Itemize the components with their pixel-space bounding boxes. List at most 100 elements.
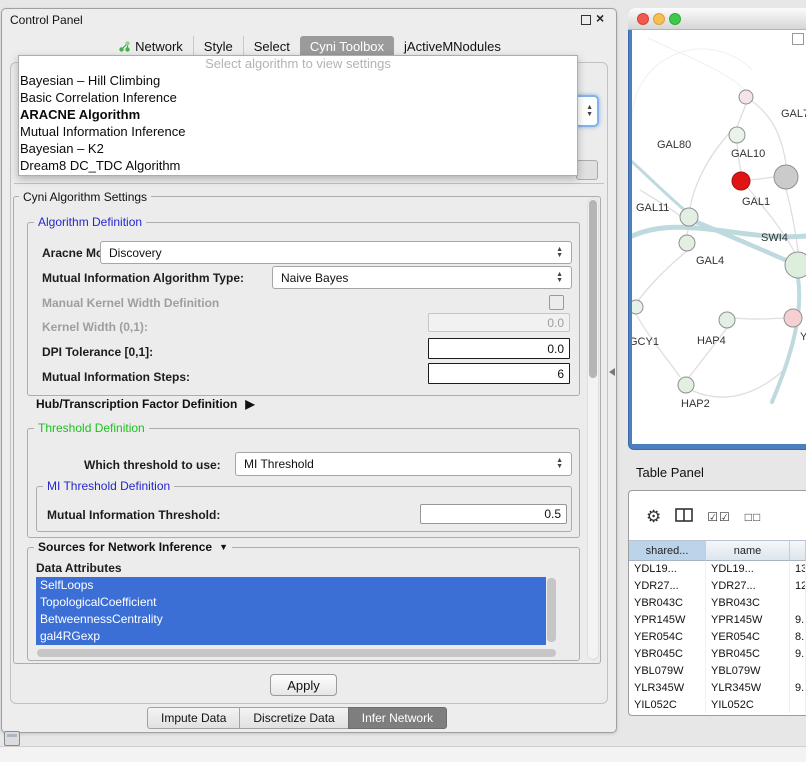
select-all-icon[interactable]: ☑☑ — [707, 510, 731, 524]
aracne-mode-combobox[interactable]: Discovery ▲▼ — [100, 241, 572, 264]
data-attribute-item[interactable]: gal4RGexp — [36, 628, 546, 645]
tab-discretize-data[interactable]: Discretize Data — [239, 707, 348, 729]
data-attribute-item[interactable]: TopologicalCoefficient — [36, 594, 546, 611]
group-title: Algorithm Definition — [34, 215, 146, 229]
column-header[interactable]: name — [706, 540, 790, 561]
obscured-group-border — [14, 183, 604, 184]
table-row[interactable]: YDR27...YDR27...12 — [629, 578, 806, 595]
tab-jactivemnodules[interactable]: jActiveMNodules — [394, 36, 511, 57]
minimize-traffic-light-icon[interactable] — [653, 13, 665, 25]
algorithm-option-basic-correlation-inference[interactable]: Basic Correlation Inference — [19, 89, 577, 106]
data-attributes-label: Data Attributes — [36, 561, 122, 575]
combo-stepper-icon: ▲▼ — [556, 247, 563, 259]
close-icon[interactable]: × — [596, 10, 604, 26]
network-minimap-box[interactable] — [792, 33, 804, 45]
algorithm-option-mutual-information-inference[interactable]: Mutual Information Inference — [19, 123, 577, 140]
node-label-gal1: GAL1 — [742, 196, 770, 208]
table-cell: YER054C — [706, 629, 790, 646]
tab-infer-network[interactable]: Infer Network — [348, 707, 447, 729]
kernel-width-field[interactable] — [428, 313, 570, 332]
network-node[interactable] — [732, 172, 750, 190]
mi-threshold-field[interactable] — [420, 504, 567, 524]
table-cell: YDL19... — [706, 561, 790, 578]
group-title: MI Threshold Definition — [43, 479, 174, 493]
attributes-vertical-scrollbar[interactable] — [547, 578, 556, 642]
table-cell: YBL079W — [706, 663, 790, 680]
table-row[interactable]: YBR043CYBR043C — [629, 595, 806, 612]
algorithm-option-bayesian-hill-climbing[interactable]: Bayesian – Hill Climbing — [19, 72, 577, 89]
combo-value: MI Threshold — [244, 457, 314, 471]
attributes-horizontal-scrollbar[interactable] — [37, 649, 556, 657]
table-cell — [790, 595, 806, 612]
tab-style[interactable]: Style — [193, 36, 243, 57]
zoom-traffic-light-icon[interactable] — [669, 13, 681, 25]
settings-scrollbar-thumb[interactable] — [589, 200, 597, 378]
tab-label: Cyni Toolbox — [310, 39, 384, 54]
network-node[interactable] — [678, 377, 694, 393]
hub-transcription-factor-section[interactable]: Hub/Transcription Factor Definition ▶ — [36, 397, 255, 411]
table-row[interactable]: YLR345WYLR345W9. — [629, 680, 806, 697]
node-label-hap2: HAP2 — [681, 398, 710, 410]
table-cell: 9. — [790, 646, 806, 663]
dpi-tolerance-label: DPI Tolerance [0,1]: — [42, 345, 153, 359]
column-header[interactable] — [790, 540, 806, 561]
table-row[interactable]: YER054CYER054C8. — [629, 629, 806, 646]
obscured-combobox-fragment — [576, 160, 598, 180]
network-node[interactable] — [679, 235, 695, 251]
data-attribute-item[interactable]: SelfLoops — [36, 577, 546, 594]
expanded-arrow-icon[interactable]: ▼ — [219, 542, 228, 552]
deselect-all-icon[interactable]: □□ — [745, 510, 762, 524]
apply-button[interactable]: Apply — [270, 674, 337, 696]
network-node[interactable] — [680, 208, 698, 226]
manual-kernel-width-checkbox[interactable] — [549, 295, 564, 310]
sources-group-title[interactable]: Sources for Network Inference ▼ — [34, 540, 232, 554]
data-attributes-list[interactable]: SelfLoopsTopologicalCoefficientBetweenne… — [36, 577, 546, 645]
hub-section-label: Hub/Transcription Factor Definition — [36, 397, 237, 411]
close-traffic-light-icon[interactable] — [637, 13, 649, 25]
network-node[interactable] — [739, 90, 753, 104]
network-node[interactable] — [784, 309, 802, 327]
tab-select[interactable]: Select — [243, 36, 300, 57]
table-row[interactable]: YBR045CYBR045C9. — [629, 646, 806, 663]
table-cell: YDR27... — [706, 578, 790, 595]
table-cell: YER054C — [629, 629, 706, 646]
table-row[interactable]: YPR145WYPR145W9. — [629, 612, 806, 629]
network-node[interactable] — [785, 252, 806, 278]
docked-panel-icon[interactable] — [4, 731, 20, 746]
float-window-icon[interactable] — [581, 15, 591, 25]
table-row[interactable]: YBL079WYBL079W — [629, 663, 806, 680]
table-row[interactable]: YDL19...YDL19...13 — [629, 561, 806, 578]
network-node[interactable] — [774, 165, 798, 189]
mi-steps-field[interactable] — [428, 363, 570, 384]
column-header[interactable]: shared... — [629, 540, 706, 561]
table-cell: YPR145W — [629, 612, 706, 629]
mi-steps-label: Mutual Information Steps: — [42, 370, 190, 384]
splitter-handle[interactable] — [609, 368, 615, 376]
combo-value: Discovery — [109, 246, 162, 260]
data-attribute-item[interactable]: BetweennessCentrality — [36, 611, 546, 628]
sources-title-label: Sources for Network Inference — [38, 540, 212, 554]
network-node[interactable] — [632, 300, 643, 314]
node-label-gal11: GAL11 — [636, 202, 669, 214]
network-graph[interactable]: GAL7GAL80GAL10GAL11GAL1SWI4GAL4GCY1HAP4Y… — [632, 30, 806, 444]
gear-icon[interactable]: ⚙ — [646, 507, 661, 527]
network-node[interactable] — [729, 127, 745, 143]
table-row[interactable]: YIL052CYIL052C — [629, 697, 806, 713]
mi-algorithm-type-combobox[interactable]: Naive Bayes ▲▼ — [272, 266, 572, 289]
tab-network[interactable]: Network — [109, 36, 193, 57]
which-threshold-combobox[interactable]: MI Threshold ▲▼ — [235, 452, 572, 476]
combo-down-arrow-icon: ▼ — [586, 111, 593, 118]
tab-impute-data[interactable]: Impute Data — [147, 707, 240, 729]
dpi-tolerance-field[interactable] — [428, 338, 570, 359]
algorithm-option-dream8-dc-tdc-algorithm[interactable]: Dream8 DC_TDC Algorithm — [19, 157, 577, 174]
tab-cyni-toolbox[interactable]: Cyni Toolbox — [300, 36, 394, 57]
table-cell: YIL052C — [629, 697, 706, 713]
table-cell: YPR145W — [706, 612, 790, 629]
columns-icon[interactable] — [675, 508, 693, 527]
table-cell: YDR27... — [629, 578, 706, 595]
network-node[interactable] — [719, 312, 735, 328]
algorithm-option-bayesian-k2[interactable]: Bayesian – K2 — [19, 140, 577, 157]
table-cell: YBR045C — [629, 646, 706, 663]
algorithm-option-aracne-algorithm[interactable]: ARACNE Algorithm — [19, 106, 577, 123]
collapsed-arrow-icon[interactable]: ▶ — [245, 397, 254, 411]
